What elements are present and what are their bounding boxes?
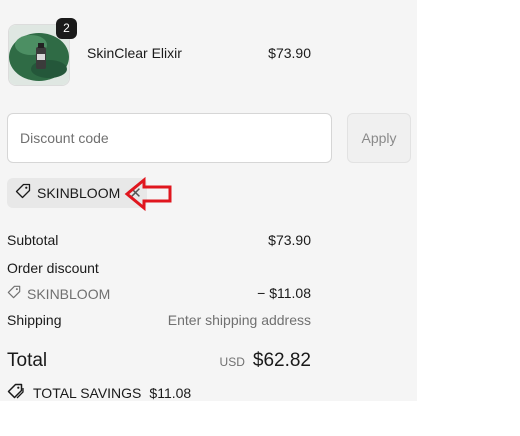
- total-label: Total: [7, 350, 48, 371]
- tag-icon: [7, 285, 21, 302]
- shipping-value: Enter shipping address: [167, 312, 311, 328]
- discount-amount: − $11.08: [257, 285, 311, 301]
- apply-button[interactable]: Apply: [347, 113, 411, 163]
- subtotal-value: $73.90: [268, 232, 311, 248]
- shipping-label: Shipping: [7, 312, 62, 328]
- savings-tag-icon: [7, 383, 25, 402]
- annotation-arrow-icon: [124, 176, 172, 212]
- total-value-group: USD $62.82: [220, 350, 311, 372]
- total-savings-label: TOTAL SAVINGS: [33, 384, 142, 401]
- quantity-badge: 2: [56, 18, 77, 39]
- discount-code-label: SKINBLOOM: [27, 285, 111, 302]
- product-name: SkinClear Elixir: [87, 45, 182, 61]
- product-price: $73.90: [268, 45, 311, 61]
- discount-code-input[interactable]: [7, 113, 332, 163]
- subtotal-label: Subtotal: [7, 232, 59, 248]
- order-summary-panel: 2 SkinClear Elixir $73.90 Apply SKINBLOO…: [0, 0, 417, 401]
- currency-code: USD: [219, 355, 245, 369]
- order-discount-label: Order discount: [7, 260, 99, 276]
- total-amount: $62.82: [252, 350, 311, 371]
- discount-code-row: SKINBLOOM: [7, 285, 110, 302]
- total-savings-row: TOTAL SAVINGS $11.08: [7, 383, 191, 402]
- total-savings-value: $11.08: [149, 384, 192, 401]
- tag-icon: [15, 183, 31, 204]
- applied-discount-code: SKINBLOOM: [37, 185, 121, 201]
